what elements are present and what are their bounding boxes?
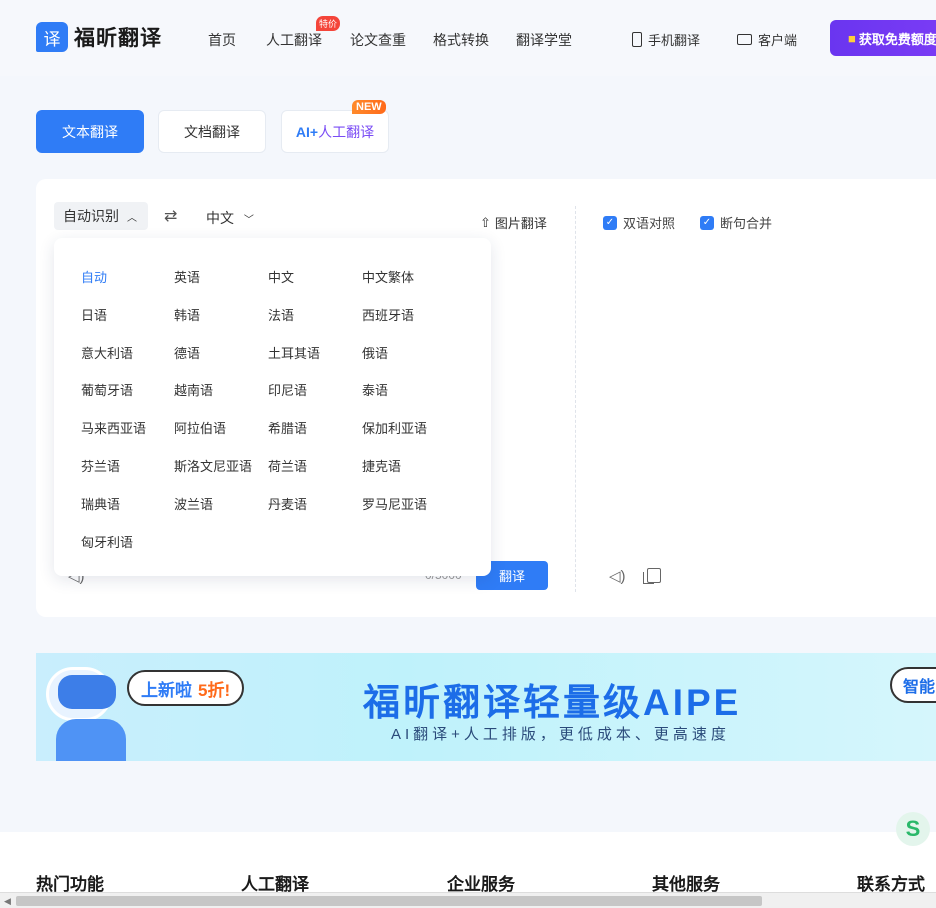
get-free-quota-button[interactable]: ■ 获取免费额度 [830, 20, 936, 56]
tab-ai-prefix: AI+ [295, 123, 319, 140]
floating-assistant-icon[interactable]: S [896, 812, 930, 846]
language-option[interactable]: 保加利亚语 [362, 418, 427, 437]
checkmark-icon: ✓ [700, 215, 714, 230]
image-translate-button[interactable]: ⇧ 图片翻译 [480, 213, 547, 232]
robot-face-icon [58, 675, 116, 709]
top-header: 译 福昕翻译 首页 人工翻译 特价 论文查重 格式转换 翻译学堂 手机翻译 客户… [0, 0, 936, 76]
language-option[interactable]: 马来西亚语 [81, 418, 146, 437]
source-language-label: 自动识别 [63, 208, 119, 224]
scroll-left-icon[interactable]: ◀ [4, 896, 11, 907]
bilingual-checkbox[interactable]: ✓ 双语对照 [603, 213, 675, 232]
nav-client[interactable]: 客户端 [737, 30, 797, 49]
language-option[interactable]: 泰语 [362, 380, 388, 399]
language-option[interactable]: 意大利语 [81, 343, 133, 362]
language-option[interactable]: 罗马尼亚语 [362, 494, 427, 513]
nav-translation-academy[interactable]: 翻译学堂 [516, 30, 572, 50]
chevron-down-icon: ﹀ [243, 215, 254, 226]
brand-logo[interactable]: 译 福昕翻译 [36, 22, 162, 52]
banner-side-button[interactable]: 智能 [890, 667, 936, 703]
language-option[interactable]: 西班牙语 [362, 305, 414, 324]
language-option[interactable]: 中文繁体 [362, 267, 414, 286]
language-option[interactable]: 法语 [268, 305, 294, 324]
promo-bubble-text: 上新啦 [141, 680, 192, 700]
nav-format-convert[interactable]: 格式转换 [433, 30, 489, 50]
language-option[interactable]: 英语 [174, 267, 200, 286]
language-option[interactable]: 德语 [174, 343, 200, 362]
nav-mobile-label: 手机翻译 [648, 33, 701, 48]
language-option[interactable]: 匈牙利语 [81, 532, 133, 551]
language-option[interactable]: 印尼语 [268, 380, 307, 399]
language-option[interactable]: 自动 [81, 267, 107, 286]
cta-label: 获取免费额度 [858, 31, 936, 47]
merge-sentences-label: 断句合并 [720, 216, 773, 231]
hot-badge: 特价 [316, 16, 341, 31]
target-speaker-icon[interactable]: ◁) [609, 567, 626, 585]
image-translate-label: 图片翻译 [494, 216, 547, 231]
tab-doc-translate[interactable]: 文档翻译 [158, 110, 266, 153]
language-option[interactable]: 俄语 [362, 343, 388, 362]
language-option[interactable]: 芬兰语 [81, 456, 120, 475]
merge-sentences-checkbox[interactable]: ✓ 断句合并 [700, 213, 772, 232]
nav-mobile-translate[interactable]: 手机翻译 [632, 30, 700, 49]
scrollbar-thumb[interactable] [16, 896, 762, 906]
language-option[interactable]: 中文 [268, 267, 294, 286]
language-option[interactable]: 葡萄牙语 [81, 380, 133, 399]
tab-text-translate[interactable]: 文本翻译 [36, 110, 144, 153]
monitor-icon [737, 34, 752, 45]
source-language-select[interactable]: 自动识别 ︿ [54, 202, 148, 230]
language-option[interactable]: 捷克语 [362, 456, 401, 475]
language-option[interactable]: 阿拉伯语 [174, 418, 226, 437]
target-language-label: 中文 [206, 210, 234, 226]
gift-icon: ■ [848, 30, 856, 46]
robot-body-icon [56, 719, 126, 761]
language-option[interactable]: 丹麦语 [268, 494, 307, 513]
upload-icon: ⇧ [480, 214, 491, 230]
nav-client-label: 客户端 [758, 33, 798, 48]
checkmark-icon: ✓ [603, 215, 617, 230]
copy-icon[interactable] [643, 568, 661, 584]
language-option[interactable]: 越南语 [174, 380, 213, 399]
chevron-up-icon: ︿ [127, 212, 137, 224]
panel-divider [575, 206, 576, 592]
language-option[interactable]: 日语 [81, 305, 107, 324]
nav-home[interactable]: 首页 [208, 30, 236, 50]
language-option[interactable]: 希腊语 [268, 418, 307, 437]
promo-bubble: 上新啦 5折! [127, 670, 245, 706]
language-option[interactable]: 荷兰语 [268, 456, 307, 475]
brand-name: 福昕翻译 [74, 27, 162, 50]
swap-languages-icon[interactable]: ⇄ [164, 206, 177, 226]
nav-plagiarism-check[interactable]: 论文查重 [350, 30, 406, 50]
target-language-select[interactable]: 中文 ﹀ [206, 208, 254, 228]
horizontal-scrollbar[interactable]: ◀ [0, 892, 936, 908]
language-option[interactable]: 波兰语 [174, 494, 213, 513]
language-option[interactable]: 瑞典语 [81, 494, 120, 513]
nav-human-translation[interactable]: 人工翻译 [266, 30, 322, 50]
language-dropdown: 自动 英语 中文 中文繁体日语 韩语 法语 西班牙语意大利语 德语 土耳其语 俄语葡萄牙语 越南语 印… [54, 238, 491, 576]
language-option[interactable]: 斯洛文尼亚语 [174, 456, 252, 475]
banner-subtitle: AI翻译+人工排版，更低成本、更高速度 [391, 726, 730, 743]
language-option[interactable]: 韩语 [174, 305, 200, 324]
language-option[interactable]: 土耳其语 [268, 343, 320, 362]
promo-discount: 5折! [198, 680, 231, 700]
new-badge: NEW [352, 100, 386, 114]
phone-icon [632, 32, 642, 47]
bilingual-label: 双语对照 [623, 216, 676, 231]
banner-title: 福昕翻译轻量级AIPE [363, 682, 742, 723]
tab-ai-human-translate[interactable]: AI+ 人工翻译 [281, 110, 389, 153]
logo-icon: 译 [36, 22, 68, 52]
tab-ai-rest: 人工翻译 [318, 123, 375, 140]
